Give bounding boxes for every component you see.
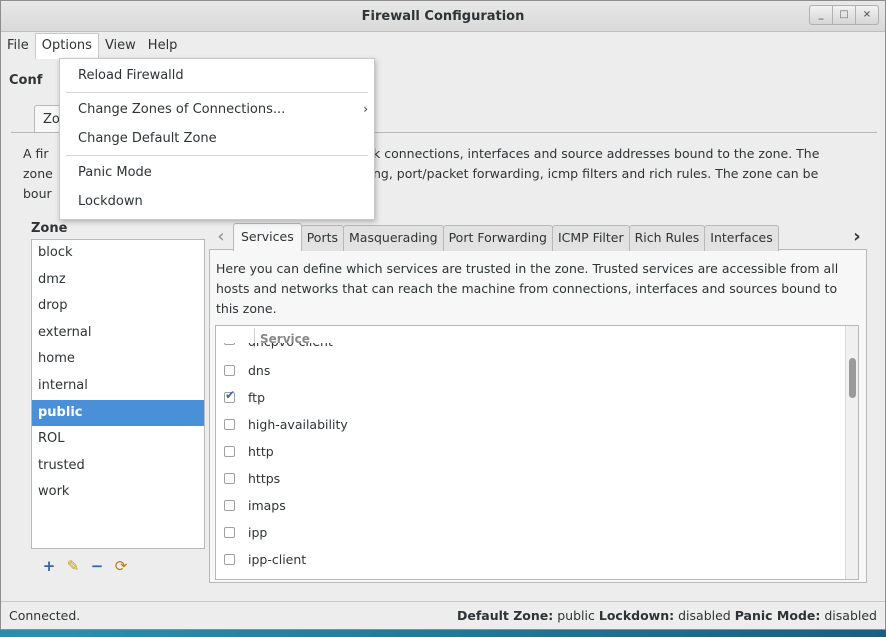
connection-status: Connected. [9,608,81,623]
menu-item-panic-mode[interactable]: Panic Mode [60,158,374,187]
service-checkbox[interactable] [224,473,235,484]
menu-options[interactable]: Options [34,33,99,59]
zone-desc-line2-start: zone [23,166,53,181]
tab-icmp-filter[interactable]: ICMP Filter [551,225,630,251]
services-list: Service dhcpv6-client dns ftp high-avail… [215,325,859,580]
maximize-button[interactable]: □ [832,5,856,25]
close-button[interactable]: × [855,5,879,25]
zone-item-work[interactable]: work [32,479,204,506]
zone-item-external[interactable]: external [32,320,204,347]
list-item[interactable]: ftp [216,384,846,411]
menu-item-lockdown[interactable]: Lockdown [60,187,374,216]
list-item[interactable]: high-availability [216,411,846,438]
default-zone-label: Default Zone: [457,608,554,623]
zone-item-home[interactable]: home [32,346,204,373]
service-name: imaps [248,498,286,513]
service-checkbox[interactable] [224,446,235,457]
list-item[interactable]: https [216,465,846,492]
service-checkbox[interactable] [224,527,235,538]
service-name: high-availability [248,417,348,432]
service-name: https [248,471,281,486]
window-controls: _ □ × [809,5,879,25]
configuration-label: Conf [9,73,43,88]
tab-port-forwarding[interactable]: Port Forwarding [442,225,553,251]
zone-list-title: Zone [31,221,68,236]
submenu-arrow-icon: › [363,102,368,116]
status-summary: Default Zone: public Lockdown: disabled … [457,602,877,630]
zone-desc-line2-end: ng, port/packet forwarding, icmp filters… [373,166,819,181]
services-rows: dhcpv6-client dns ftp high-availability … [216,343,846,573]
menu-bar: File Options View Help [1,33,885,59]
zone-toolbar: + ✎ − ⟳ [31,549,205,583]
service-name: ipp-client [248,552,307,567]
zone-list: block dmz drop external home internal pu… [31,239,205,549]
panic-mode-value: disabled [824,608,877,623]
service-checkbox[interactable] [224,391,235,403]
firewall-config-window: Firewall Configuration _ □ × File Option… [0,0,886,630]
menu-view[interactable]: View [99,33,142,59]
add-zone-icon[interactable]: + [41,557,57,575]
service-checkbox[interactable] [224,500,235,511]
zone-desc-line1-start: A fir [23,146,49,161]
zone-item-block[interactable]: block [32,240,204,267]
tab-ports[interactable]: Ports [300,225,345,251]
service-checkbox[interactable] [224,419,235,430]
services-scrollbar[interactable] [845,326,858,579]
menu-item-change-zones-of-connections[interactable]: Change Zones of Connections... › [60,95,374,124]
window-title: Firewall Configuration [361,9,525,24]
tab-services[interactable]: Services [233,223,302,251]
zone-desc-line1-end: k connections, interfaces and source add… [373,146,820,161]
status-bar: Connected. Default Zone: public Lockdown… [1,601,885,629]
lockdown-value: disabled [678,608,731,623]
edit-zone-icon[interactable]: ✎ [65,557,81,575]
list-item[interactable]: dhcpv6-client [216,343,846,357]
zone-item-internal[interactable]: internal [32,373,204,400]
menu-help[interactable]: Help [142,33,184,59]
options-dropdown-menu: Reload Firewalld Change Zones of Connect… [59,58,375,220]
menu-separator [66,92,368,93]
scrollbar-thumb[interactable] [849,358,856,398]
remove-zone-icon[interactable]: − [89,557,105,575]
zone-item-rol[interactable]: ROL [32,426,204,453]
default-zone-value: public [557,608,595,623]
lockdown-label: Lockdown: [598,608,675,623]
zone-item-public[interactable]: public [32,399,204,427]
zone-settings-tabs: ‹ Services Ports Masquerading Port Forwa… [209,223,867,251]
load-defaults-icon[interactable]: ⟳ [113,557,129,575]
service-checkbox[interactable] [224,365,235,376]
service-checkbox[interactable] [224,554,235,565]
services-description: Here you can define which services are t… [216,261,839,316]
menu-item-change-default-zone[interactable]: Change Default Zone [60,124,374,153]
menu-separator [66,155,368,156]
service-name: ftp [248,390,266,405]
zone-item-dmz[interactable]: dmz [32,267,204,294]
tab-scroll-right-icon[interactable]: › [845,225,869,251]
list-item[interactable]: ipp [216,519,846,546]
title-bar[interactable]: Firewall Configuration _ □ × [1,1,885,32]
zone-desc-line3-start: bour [23,186,52,201]
service-name: dhcpv6-client [248,343,333,349]
zone-item-drop[interactable]: drop [32,293,204,320]
service-name: dns [248,363,271,378]
tab-scroll-left-icon[interactable]: ‹ [209,225,233,251]
list-item[interactable]: dns [216,357,846,384]
menu-file[interactable]: File [1,33,35,59]
panic-mode-label: Panic Mode: [734,608,821,623]
tab-masquerading[interactable]: Masquerading [343,225,444,251]
list-item[interactable]: http [216,438,846,465]
service-checkbox[interactable] [224,343,235,345]
minimize-button[interactable]: _ [809,5,833,25]
tab-interfaces[interactable]: Interfaces [704,225,779,251]
service-name: ipp [248,525,268,540]
zone-item-trusted[interactable]: trusted [32,453,204,480]
menu-item-label: Change Zones of Connections... [78,102,286,117]
tab-rich-rules[interactable]: Rich Rules [628,225,706,251]
list-item[interactable]: ipp-client [216,546,846,573]
service-name: http [248,444,274,459]
list-item[interactable]: imaps [216,492,846,519]
menu-item-reload-firewalld[interactable]: Reload Firewalld [60,61,374,90]
